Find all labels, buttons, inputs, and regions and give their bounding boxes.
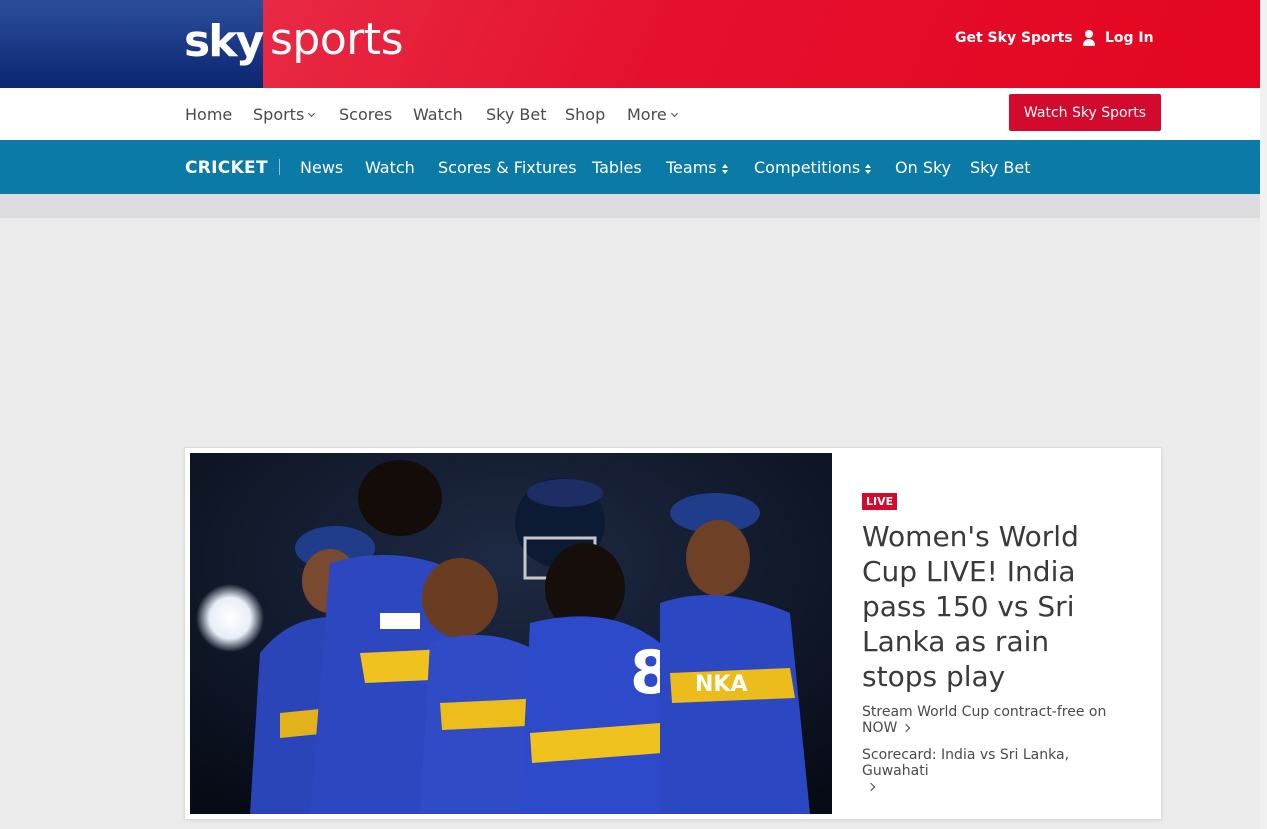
sort-arrows-icon <box>864 163 872 175</box>
masthead: sky sports Get Sky Sports Log In <box>0 0 1267 88</box>
log-in-label: Log In <box>1105 30 1154 46</box>
chevron-right-icon <box>902 723 911 733</box>
chevron-down-icon <box>670 109 678 118</box>
hero-photo[interactable]: 8 NKA <box>190 453 832 814</box>
subnav-watch[interactable]: Watch <box>365 158 415 177</box>
nav-sports[interactable]: Sports <box>253 105 316 124</box>
log-in-link[interactable]: Log In <box>1082 30 1154 46</box>
subnav-competitions[interactable]: Competitions <box>754 158 872 177</box>
ad-space <box>0 218 1267 448</box>
subnav-news[interactable]: News <box>300 158 343 177</box>
user-icon <box>1082 30 1096 46</box>
watch-sky-sports-button[interactable]: Watch Sky Sports <box>1009 94 1161 131</box>
nav-more-label: More <box>627 105 667 124</box>
chevron-down-icon <box>308 109 316 118</box>
scrollbar[interactable] <box>1260 0 1267 829</box>
sky-logo[interactable]: sky <box>184 16 264 67</box>
related-link-stream-label: Stream World Cup contract-free on NOW <box>862 704 1107 736</box>
nav-watch[interactable]: Watch <box>413 105 463 124</box>
svg-text:NKA: NKA <box>695 672 748 697</box>
nav-more[interactable]: More <box>627 105 678 124</box>
related-link-stream[interactable]: Stream World Cup contract-free on NOW <box>862 704 1132 736</box>
chevron-right-icon <box>866 782 876 792</box>
related-link-scorecard[interactable]: Scorecard: India vs Sri Lanka, Guwahati <box>862 747 1132 795</box>
sports-logo[interactable]: sports <box>270 14 404 65</box>
related-link-scorecard-label: Scorecard: India vs Sri Lanka, Guwahati <box>862 747 1070 779</box>
live-badge: LIVE <box>862 493 898 510</box>
nav-home[interactable]: Home <box>185 105 232 124</box>
subnav-teams-label: Teams <box>666 158 717 177</box>
hero-card[interactable]: 8 NKA LIVE Women's World Cup LIVE! India… <box>185 448 1161 819</box>
subnav-sky-bet[interactable]: Sky Bet <box>970 158 1031 177</box>
hero-headline[interactable]: Women's World Cup LIVE! India pass 150 v… <box>862 519 1132 694</box>
subnav-teams[interactable]: Teams <box>666 158 729 177</box>
subnav-tables[interactable]: Tables <box>592 158 642 177</box>
divider <box>279 159 280 175</box>
subnav-on-sky[interactable]: On Sky <box>895 158 951 177</box>
subnav-scores-fixtures[interactable]: Scores & Fixtures <box>438 158 577 177</box>
divider-strip <box>0 194 1267 218</box>
cricket-nav: CRICKET News Watch Scores & Fixtures Tab… <box>0 140 1267 194</box>
nav-scores[interactable]: Scores <box>339 105 392 124</box>
subnav-competitions-label: Competitions <box>754 158 861 177</box>
sort-arrows-icon <box>721 163 729 175</box>
hero-text: LIVE Women's World Cup LIVE! India pass … <box>862 490 1132 694</box>
nav-sky-bet[interactable]: Sky Bet <box>486 105 547 124</box>
section-title[interactable]: CRICKET <box>185 158 268 178</box>
nav-shop[interactable]: Shop <box>565 105 605 124</box>
get-sky-sports-link[interactable]: Get Sky Sports <box>955 30 1073 46</box>
cricket-team-celebration-image: 8 NKA <box>190 453 832 814</box>
nav-sports-label: Sports <box>253 105 305 124</box>
